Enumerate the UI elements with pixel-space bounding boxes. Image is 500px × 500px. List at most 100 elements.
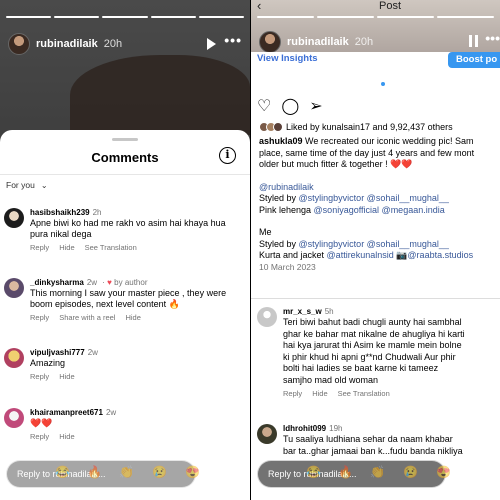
emoji-icon[interactable]: 👏 (119, 465, 134, 479)
mention-link[interactable]: @stylingbyvictor @sohail__mughal__ (299, 193, 449, 203)
story-time: 20h (354, 36, 374, 48)
comment-text: Teri biwi bahut badi chugli aunty hai sa… (283, 317, 498, 386)
comment-line: bolti hai ladies se baat karne ki tameez (283, 363, 439, 373)
comment-text: ❤️❤️ (30, 418, 53, 428)
send-icon[interactable]: ➢ (226, 464, 244, 484)
comment-text: This morning I saw your master piece , t… (30, 288, 227, 309)
like-icon[interactable]: ♡ (257, 96, 271, 116)
story-progress (257, 16, 494, 18)
comment-username[interactable]: mr_x_s_w (283, 307, 322, 316)
liked-by[interactable]: Liked by kunalsain17 and 9,92,437 others (259, 122, 453, 132)
story-progress (6, 16, 245, 18)
comment-line: ghar ke bahar mat nikalne de ahugliya hi… (283, 328, 465, 339)
progress-segment (150, 16, 196, 18)
divider (251, 298, 500, 299)
reply-input[interactable]: Reply to rubinadilaik... 😂 🔥 👏 😢 😍 (6, 460, 200, 488)
comments-sheet: Comments i For you ⌄ hasibshaikh239 2h Apn… (0, 130, 250, 500)
reply-input[interactable]: Reply to rubinadilaik... 😂 🔥 👏 😢 😍 (257, 460, 451, 488)
reply-button[interactable]: Reply (283, 389, 302, 398)
info-icon[interactable]: i (219, 147, 236, 164)
comment-username[interactable]: ldhrohit099 (283, 424, 326, 433)
post-caption: ashukla09 We recreated our iconic weddin… (259, 136, 498, 273)
emoji-icon[interactable]: 😍 (185, 465, 200, 479)
emoji-icon[interactable]: 😍 (436, 465, 451, 479)
heart-icon[interactable]: ♡ (452, 464, 470, 484)
emoji-icon[interactable]: 😂 (306, 465, 321, 479)
reply-button[interactable]: Reply (30, 313, 49, 322)
share-icon[interactable]: ➢ (309, 96, 322, 116)
avatar[interactable] (4, 278, 24, 298)
hide-button[interactable]: Hide (312, 389, 327, 398)
avatar[interactable] (4, 208, 24, 228)
mention-link[interactable]: @attirekunalnsid 📷@raabta.studios (327, 250, 474, 260)
story-header: rubinadilaik 20h ••• (8, 32, 242, 56)
divider (0, 174, 250, 175)
share-with-reel-button[interactable]: Share with a reel (59, 313, 115, 322)
progress-segment (377, 16, 434, 18)
mention-link[interactable]: @rubinadilaik (259, 182, 498, 194)
caption-text: Kurta and jacket (259, 250, 327, 260)
mention-link[interactable]: @soniyagofficial @megaan.india (314, 205, 445, 215)
comment-username[interactable]: _dinkysharma (30, 278, 84, 287)
heart-icon[interactable]: ♡ (202, 464, 220, 484)
caption-line: place, same time of the day just 4 years… (259, 147, 475, 158)
comment-username[interactable]: vipuljvashi777 (30, 348, 85, 357)
hide-button[interactable]: Hide (59, 432, 74, 441)
progress-segment (257, 16, 314, 18)
avatar[interactable] (4, 408, 24, 428)
post-card: View Insights Boost po ♡ ◯ ➢ Liked by ku… (251, 52, 500, 500)
hide-button[interactable]: Hide (59, 243, 74, 252)
comment-text: Amazing (30, 358, 66, 368)
comment-icon[interactable]: ◯ (281, 96, 299, 116)
comments-filter[interactable]: For you ⌄ (6, 180, 48, 190)
emoji-icon[interactable]: 👏 (370, 465, 385, 479)
carousel-indicator (381, 82, 385, 86)
caption-text: Pink lehenga (259, 204, 314, 215)
story-image-rock (70, 55, 250, 135)
hide-button[interactable]: Hide (125, 313, 140, 322)
avatar[interactable] (8, 33, 30, 55)
back-arrow-icon[interactable]: ‹ (257, 0, 261, 13)
emoji-icon[interactable]: 🔥 (87, 465, 102, 479)
comment-time: 2h (92, 208, 102, 217)
progress-segment (437, 16, 494, 18)
boost-post-button[interactable]: Boost po (448, 52, 500, 68)
emoji-icon[interactable]: 😂 (55, 465, 70, 479)
story-time: 20h (103, 38, 123, 50)
send-icon[interactable]: ➢ (476, 464, 494, 484)
emoji-icon[interactable]: 🔥 (338, 465, 353, 479)
see-translation-button[interactable]: See Translation (85, 243, 137, 252)
emoji-icon[interactable]: 😢 (403, 465, 418, 479)
view-insights-link[interactable]: View Insights (257, 53, 318, 64)
progress-segment (317, 16, 374, 18)
avatar[interactable] (257, 307, 277, 327)
hide-button[interactable]: Hide (59, 372, 74, 381)
reply-bar: Reply to rubinadilaik... 😂 🔥 👏 😢 😍 ♡ ➢ (251, 448, 500, 500)
emoji-icon[interactable]: 😢 (152, 465, 167, 479)
comment-time: 19h (329, 424, 343, 433)
caption-username[interactable]: ashukla09 (259, 136, 303, 146)
more-options-icon[interactable]: ••• (485, 30, 500, 46)
reply-button[interactable]: Reply (30, 372, 49, 381)
avatar[interactable] (257, 424, 277, 444)
see-translation-button[interactable]: See Translation (338, 389, 390, 398)
by-author-label: by author (114, 278, 148, 287)
story-right: ‹ Post rubinadilaik 20h ••• View Insight… (251, 0, 500, 500)
story-username[interactable]: rubinadilaik (287, 36, 349, 48)
drag-handle[interactable] (112, 138, 138, 141)
play-icon[interactable] (207, 38, 216, 50)
mention-link[interactable]: @stylingbyvictor @sohail__mughal__ (299, 239, 449, 249)
pause-icon[interactable] (469, 35, 478, 47)
reply-button[interactable]: Reply (30, 432, 49, 441)
post-date: 10 March 2023 (259, 261, 316, 272)
story-username[interactable]: rubinadilaik (36, 38, 98, 50)
comment-username[interactable]: hasibshaikh239 (30, 208, 90, 217)
avatar[interactable] (259, 31, 281, 53)
reply-button[interactable]: Reply (30, 243, 49, 252)
more-options-icon[interactable]: ••• (224, 32, 242, 48)
comment-line: samjho mad old woman (283, 374, 379, 385)
avatar[interactable] (4, 348, 24, 368)
caption-text: Styled by (259, 193, 299, 203)
avatar (273, 122, 283, 132)
comment-username[interactable]: khairamanpreet671 (30, 408, 103, 417)
